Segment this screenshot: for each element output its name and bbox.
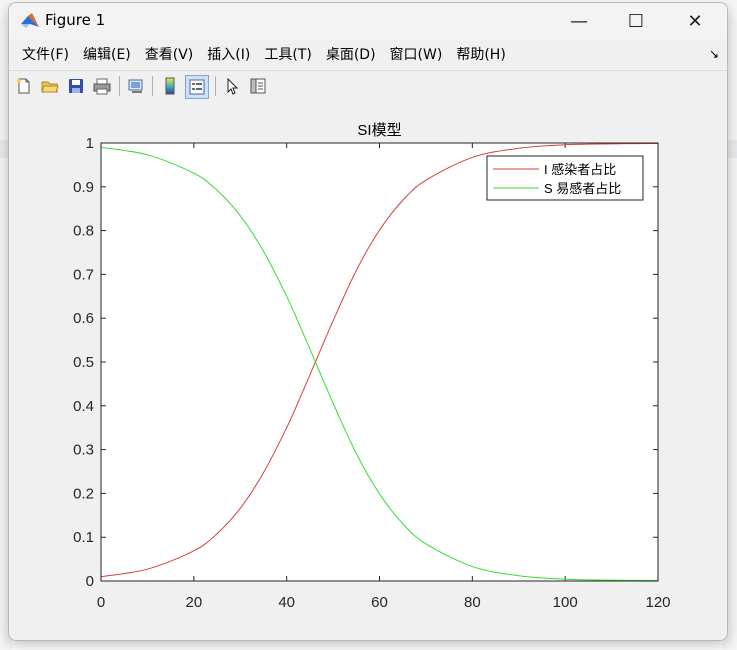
new-figure-icon[interactable] <box>13 75 35 97</box>
legend-icon[interactable] <box>185 75 209 99</box>
figure-canvas[interactable]: 0 20 40 60 80 100 120 0 0.1 0.2 0.3 0.4 0.5 0.6 0.7 0.8… <box>9 101 727 640</box>
x-tick-label: 80 <box>464 594 481 611</box>
print-icon[interactable] <box>91 75 113 97</box>
toolbar-separator <box>152 76 153 96</box>
legend-label: S 易感者占比 <box>544 181 621 196</box>
menu-desktop[interactable]: 桌面(D) <box>319 40 383 70</box>
title-bar[interactable]: Figure 1 — ☐ ✕ <box>9 3 727 39</box>
figure-toolbar <box>9 70 727 102</box>
x-tick-label: 60 <box>371 594 388 611</box>
pointer-icon[interactable] <box>221 75 243 97</box>
y-tick-label: 0 <box>86 573 94 590</box>
matlab-icon <box>20 12 40 30</box>
y-tick-label: 0.8 <box>73 223 94 240</box>
y-tick-label: 0.3 <box>73 442 94 459</box>
save-icon[interactable] <box>65 75 87 97</box>
menu-help[interactable]: 帮助(H) <box>449 40 512 70</box>
y-tick-label: 1 <box>86 135 94 152</box>
menu-edit[interactable]: 编辑(E) <box>76 40 138 70</box>
y-tick-label: 0.6 <box>73 310 94 327</box>
x-tick-label: 120 <box>645 594 670 611</box>
colorbar-icon[interactable] <box>159 75 181 97</box>
window-title: Figure 1 <box>45 11 106 29</box>
y-tick-label: 0.4 <box>73 398 94 415</box>
toolbar-separator <box>215 76 216 96</box>
y-tick-label: 0.1 <box>73 529 94 546</box>
minimize-button[interactable]: — <box>555 7 603 35</box>
chart-title: SI模型 <box>357 122 401 139</box>
menu-tools[interactable]: 工具(T) <box>257 40 318 70</box>
x-tick-label: 20 <box>185 594 202 611</box>
toolbar-separator <box>119 76 120 96</box>
property-editor-icon[interactable] <box>247 75 269 97</box>
dock-figure-button[interactable]: ↘ <box>709 47 719 61</box>
menu-window[interactable]: 窗口(W) <box>383 40 450 70</box>
x-tick-label: 100 <box>553 594 578 611</box>
close-button[interactable]: ✕ <box>671 7 719 35</box>
x-tick-label: 40 <box>278 594 295 611</box>
open-file-icon[interactable] <box>39 75 61 97</box>
x-tick-label: 0 <box>97 594 105 611</box>
menu-view[interactable]: 查看(V) <box>138 40 201 70</box>
si-model-plot[interactable]: 0 20 40 60 80 100 120 0 0.1 0.2 0.3 0.4 0.5 0.6 0.7 0.8… <box>9 101 727 640</box>
legend[interactable]: I 感染者占比 S 易感者占比 <box>486 155 644 201</box>
y-tick-label: 0.9 <box>73 179 94 196</box>
legend-label: I 感染者占比 <box>544 162 616 177</box>
axes-background <box>101 143 658 581</box>
menu-insert[interactable]: 插入(I) <box>200 40 257 70</box>
y-tick-label: 0.5 <box>73 354 94 371</box>
y-tick-label: 0.2 <box>73 485 94 502</box>
y-tick-label: 0.7 <box>73 266 94 283</box>
maximize-button[interactable]: ☐ <box>612 7 660 35</box>
menu-file[interactable]: 文件(F) <box>15 40 76 70</box>
figure-window: Figure 1 — ☐ ✕ 文件(F) 编辑(E) 查看(V) 插入(I) 工… <box>8 2 728 641</box>
link-figure-icon[interactable] <box>125 75 147 97</box>
menu-bar: 文件(F) 编辑(E) 查看(V) 插入(I) 工具(T) 桌面(D) 窗口(W… <box>9 40 727 70</box>
